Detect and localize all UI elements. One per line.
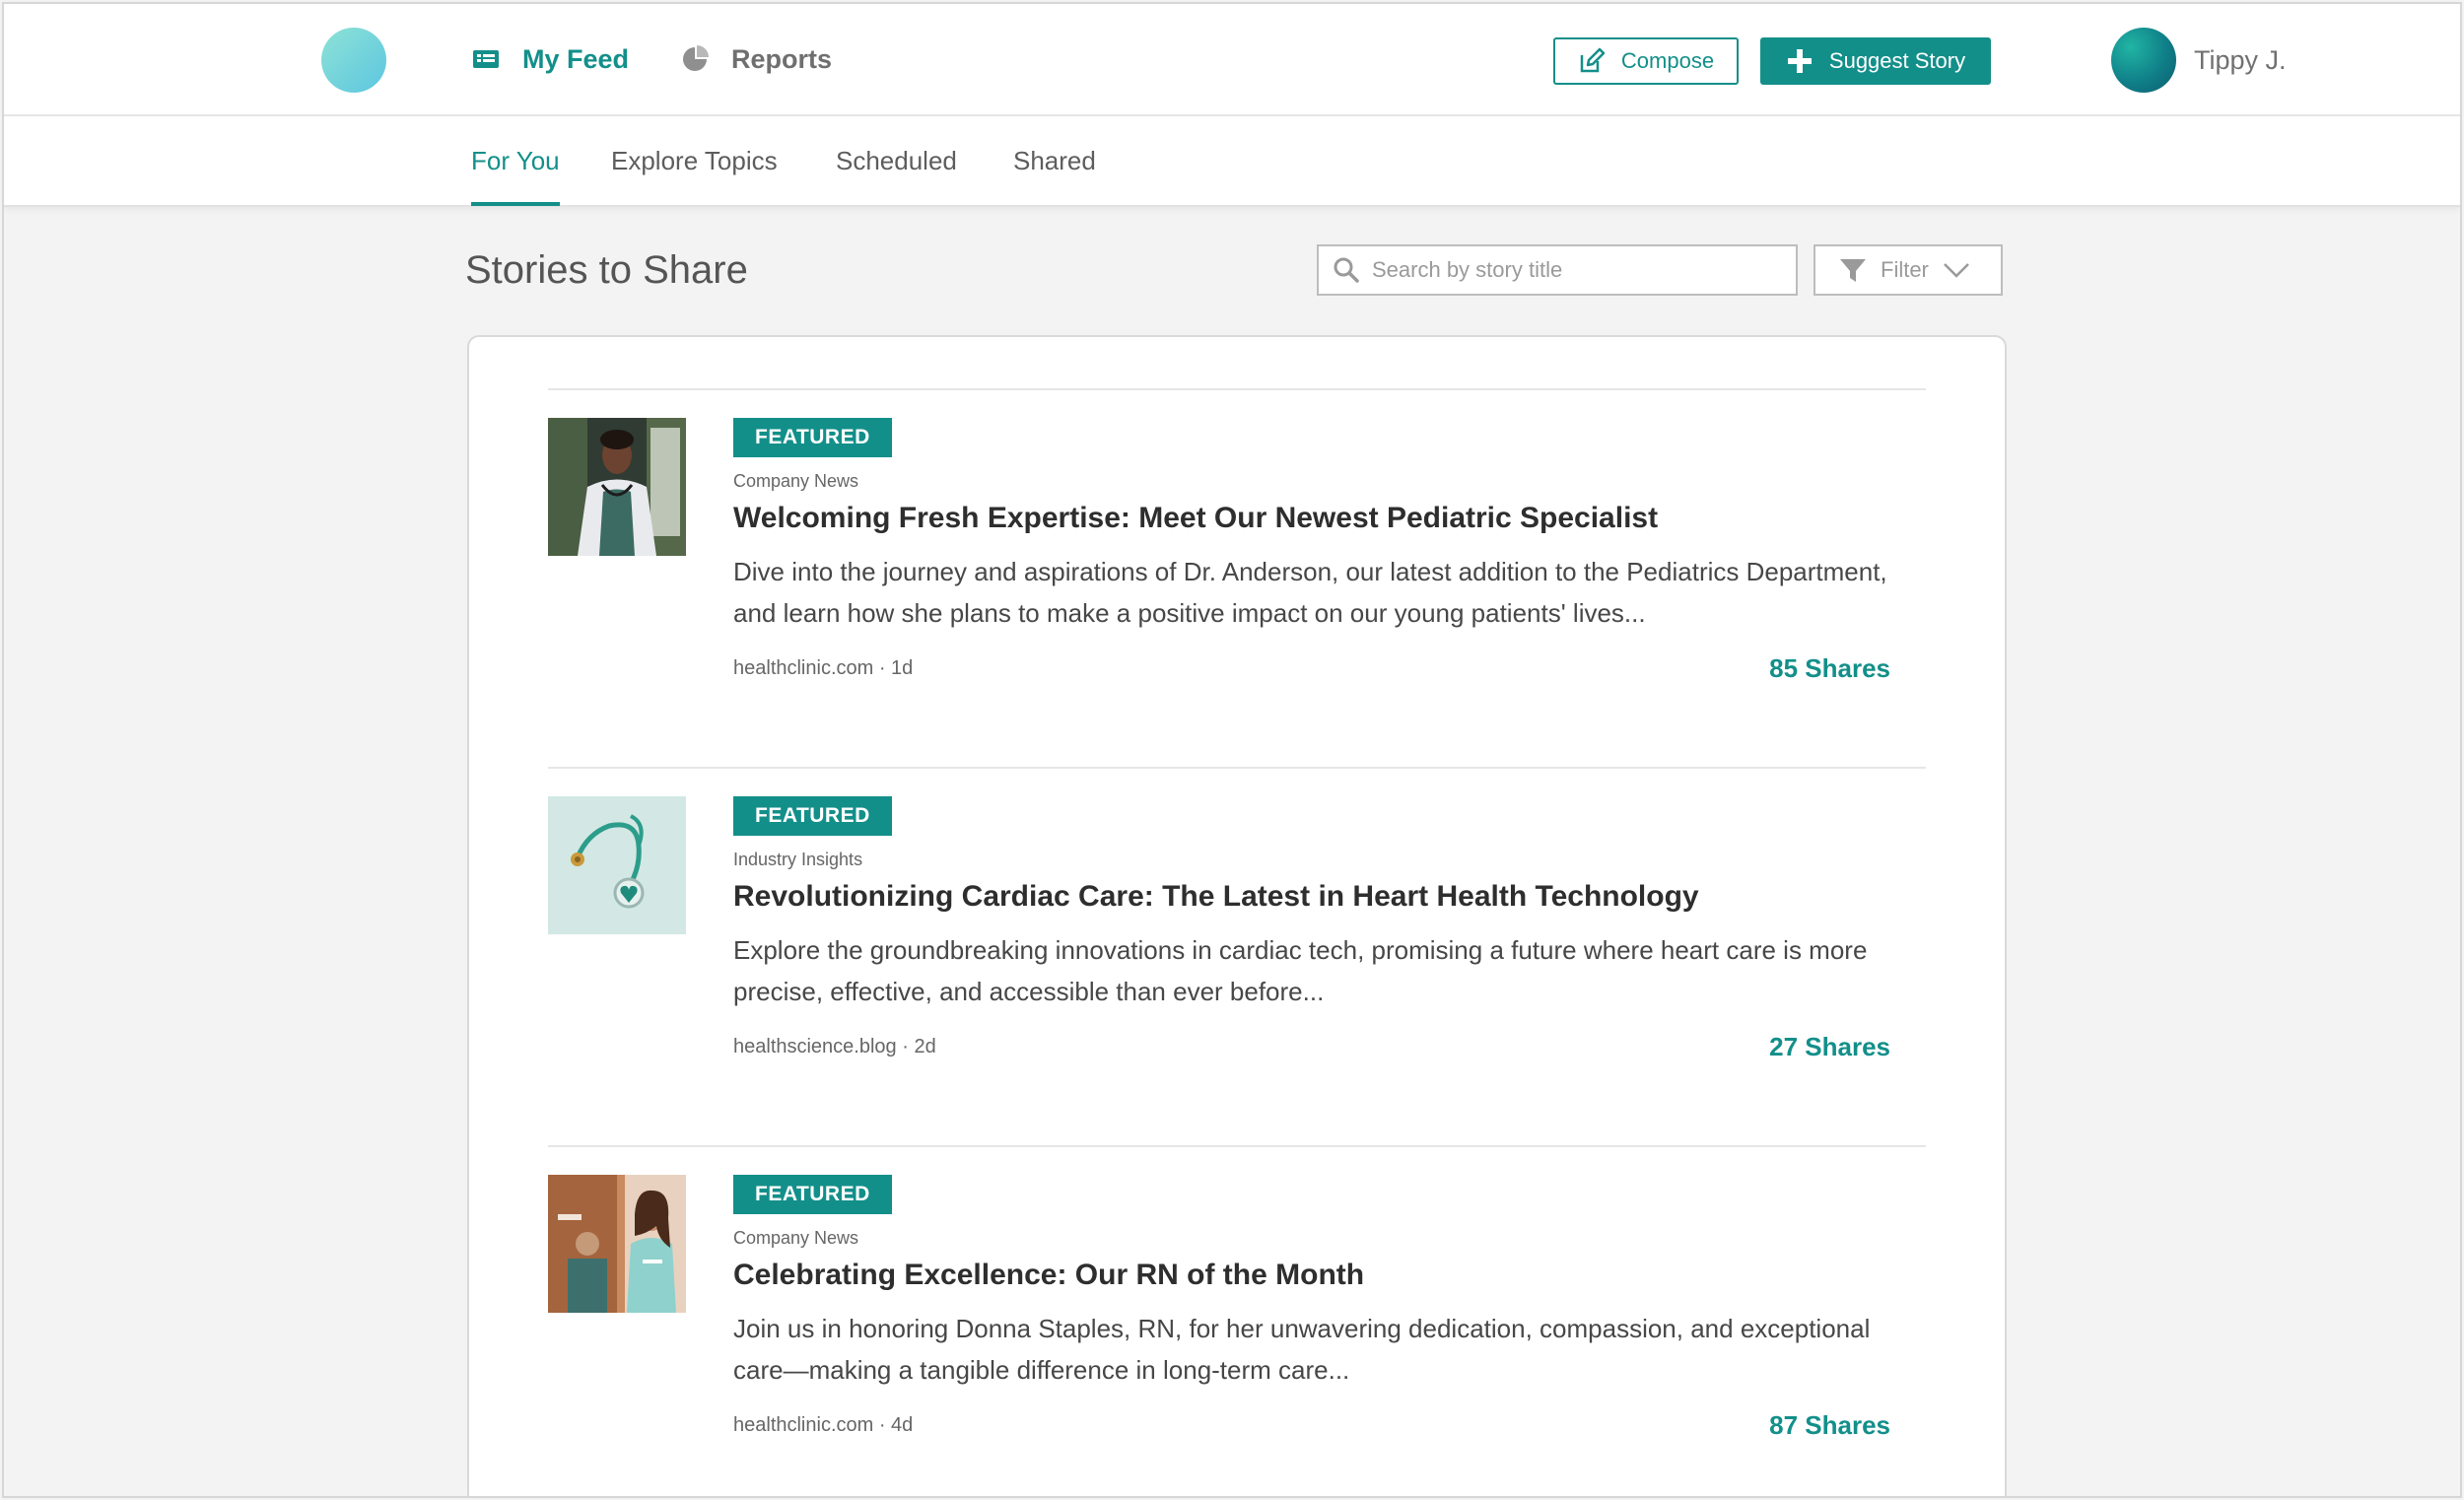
story-item[interactable]: FEATURED Company News Celebrating Excell… bbox=[548, 1145, 1926, 1496]
compose-button[interactable]: Compose bbox=[1553, 37, 1739, 85]
user-avatar[interactable] bbox=[2111, 28, 2176, 93]
story-shares[interactable]: 87 Shares bbox=[1769, 1410, 1890, 1441]
compose-label: Compose bbox=[1620, 48, 1715, 73]
top-navigation: My Feed Reports Compose Suggest Story Ti… bbox=[4, 4, 2460, 116]
story-source: healthscience.blog · 2d bbox=[733, 1036, 936, 1057]
tab-for-you[interactable]: For You bbox=[471, 146, 560, 206]
search-box[interactable] bbox=[1317, 244, 1798, 296]
story-title[interactable]: Celebrating Excellence: Our RN of the Mo… bbox=[733, 1259, 1896, 1292]
nav-my-feed[interactable]: My Feed bbox=[471, 39, 629, 79]
story-summary: Join us in honoring Donna Staples, RN, f… bbox=[733, 1314, 1871, 1385]
story-title[interactable]: Revolutionizing Cardiac Care: The Latest… bbox=[733, 880, 1896, 914]
nav-reports-label: Reports bbox=[731, 43, 833, 74]
story-body: FEATURED Industry Insights Revolutionizi… bbox=[733, 796, 1896, 1062]
story-summary: Explore the groundbreaking innovations i… bbox=[733, 935, 1868, 1006]
story-meta: healthclinic.com · 4d 87 Shares bbox=[733, 1410, 1890, 1441]
doctor-photo[interactable] bbox=[548, 418, 686, 556]
story-shares[interactable]: 27 Shares bbox=[1769, 1032, 1890, 1062]
tab-scheduled[interactable]: Scheduled bbox=[836, 146, 957, 202]
search-icon bbox=[1334, 257, 1359, 283]
chevron-down-icon bbox=[1944, 263, 1969, 278]
story-item[interactable]: FEATURED Industry Insights Revolutionizi… bbox=[548, 767, 1926, 1145]
app-logo[interactable] bbox=[321, 28, 386, 93]
page-title: Stories to Share bbox=[465, 248, 748, 292]
story-meta: healthclinic.com · 1d 85 Shares bbox=[733, 653, 1890, 684]
story-shares[interactable]: 85 Shares bbox=[1769, 653, 1890, 684]
stories-card: FEATURED Company News Welcoming Fresh Ex… bbox=[467, 335, 2007, 1496]
filter-button[interactable]: Filter bbox=[1814, 244, 2003, 296]
suggest-story-button[interactable]: Suggest Story bbox=[1760, 37, 1991, 85]
story-source: healthclinic.com · 4d bbox=[733, 1414, 914, 1436]
nav-reports[interactable]: Reports bbox=[680, 39, 832, 79]
story-meta: healthscience.blog · 2d 27 Shares bbox=[733, 1032, 1890, 1062]
feed-icon bbox=[473, 50, 499, 68]
featured-badge: FEATURED bbox=[733, 1175, 892, 1214]
tab-shared[interactable]: Shared bbox=[1013, 146, 1096, 202]
story-source: healthclinic.com · 1d bbox=[733, 657, 914, 679]
edit-icon bbox=[1580, 47, 1606, 73]
tab-explore-topics[interactable]: Explore Topics bbox=[611, 146, 778, 202]
user-name[interactable]: Tippy J. bbox=[2194, 45, 2287, 76]
featured-badge: FEATURED bbox=[733, 418, 892, 457]
filter-label: Filter bbox=[1881, 257, 1929, 282]
nav-my-feed-label: My Feed bbox=[522, 43, 630, 74]
story-category: Industry Insights bbox=[733, 850, 863, 869]
featured-badge: FEATURED bbox=[733, 796, 892, 836]
plus-icon bbox=[1787, 49, 1812, 73]
story-category: Company News bbox=[733, 1228, 859, 1248]
story-body: FEATURED Company News Celebrating Excell… bbox=[733, 1175, 1896, 1441]
app-window: My Feed Reports Compose Suggest Story Ti… bbox=[2, 2, 2462, 1498]
pie-chart-icon bbox=[683, 45, 709, 71]
story-category: Company News bbox=[733, 471, 859, 491]
search-input[interactable] bbox=[1360, 246, 1796, 294]
suggest-story-label: Suggest Story bbox=[1828, 48, 1966, 73]
stethoscope-photo[interactable] bbox=[548, 796, 686, 934]
story-body: FEATURED Company News Welcoming Fresh Ex… bbox=[733, 418, 1896, 684]
sub-navigation: For You Explore Topics Scheduled Shared bbox=[4, 116, 2460, 207]
story-title[interactable]: Welcoming Fresh Expertise: Meet Our Newe… bbox=[733, 502, 1896, 535]
filter-icon bbox=[1840, 259, 1866, 282]
nurse-photo[interactable] bbox=[548, 1175, 686, 1313]
story-item[interactable]: FEATURED Company News Welcoming Fresh Ex… bbox=[548, 388, 1926, 767]
story-summary: Dive into the journey and aspirations of… bbox=[733, 557, 1887, 628]
